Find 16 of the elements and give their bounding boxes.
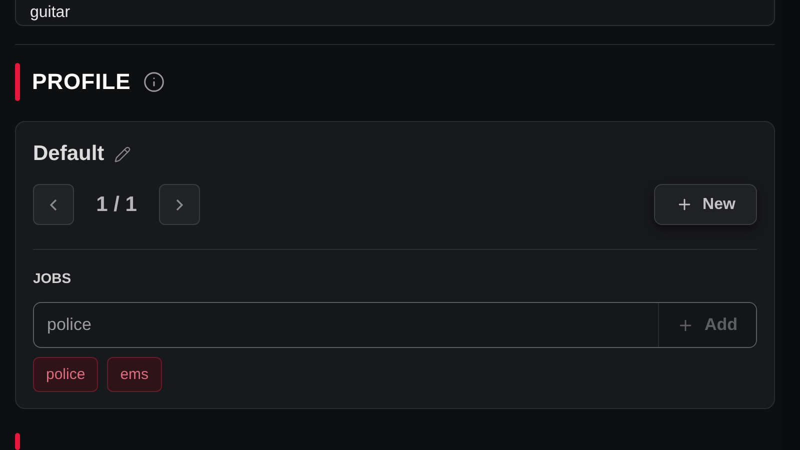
chevron-left-icon — [50, 198, 57, 211]
new-button[interactable]: New — [654, 184, 757, 226]
accent-bar — [15, 433, 20, 450]
profile-name: Default — [33, 142, 104, 166]
section-title: PROFILE — [32, 69, 131, 96]
edit-icon[interactable] — [114, 146, 132, 163]
page-counter: 1 / 1 — [95, 192, 138, 217]
info-icon[interactable] — [142, 71, 165, 94]
add-button[interactable]: Add — [658, 303, 756, 348]
job-input[interactable]: police Add — [33, 302, 757, 348]
chevron-right-icon — [176, 198, 183, 211]
jobs-label: JOBS — [33, 270, 72, 286]
text-field[interactable]: guitar — [15, 0, 775, 26]
job-tag[interactable]: ems — [107, 357, 162, 392]
job-tag[interactable]: police — [33, 357, 98, 392]
accent-bar — [15, 63, 20, 102]
